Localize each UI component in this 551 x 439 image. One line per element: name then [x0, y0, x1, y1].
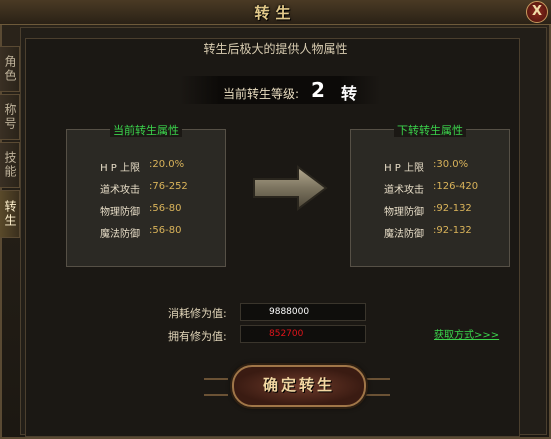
attr-name: 道术攻击 [100, 185, 140, 196]
attr-name: 物理防御 [100, 207, 140, 218]
attr-value: :20.0% [149, 159, 185, 170]
attr-row-taoist-attack: 道术攻击 :126-420 [351, 181, 511, 197]
tab-title[interactable]: 称号 [0, 94, 20, 140]
attr-row-hp: H P 上限 :20.0% [67, 159, 227, 175]
level-unit: 转 [341, 84, 358, 103]
attr-value: :30.0% [433, 159, 469, 170]
owned-value-field: 852700 [240, 325, 366, 343]
attr-row-magic-defense: 魔法防御 :92-132 [351, 225, 511, 241]
level-label: 当前转生等级: [223, 87, 300, 101]
current-attributes-box: 当前转生属性 H P 上限 :20.0% 道术攻击 :76-252 物理防御 :… [66, 124, 227, 267]
attr-name: H P 上限 [384, 163, 424, 174]
title-bar: 转生 X [0, 0, 551, 25]
next-attributes-box: 下转转生属性 H P 上限 :30.0% 道术攻击 :126-420 物理防御 … [350, 124, 511, 267]
cost-label: 消耗修为值: [168, 307, 227, 320]
owned-label: 拥有修为值: [168, 330, 227, 343]
attr-name: 道术攻击 [384, 185, 424, 196]
level-value: 2 [311, 78, 325, 102]
attr-value: :56-80 [149, 225, 182, 236]
confirm-rebirth-button[interactable]: 确定转生 [232, 365, 366, 407]
tab-rebirth[interactable]: 转生 [0, 190, 20, 238]
side-tabs: 角色 称号 技能 转生 [0, 46, 20, 240]
attr-row-physical-defense: 物理防御 :56-80 [67, 203, 227, 219]
attr-name: 魔法防御 [100, 229, 140, 240]
attr-name: 魔法防御 [384, 229, 424, 240]
attr-value: :56-80 [149, 203, 182, 214]
attr-value: :92-132 [433, 203, 472, 214]
subtitle: 转生后极大的提供人物属性 [203, 42, 348, 56]
attr-row-taoist-attack: 道术攻击 :76-252 [67, 181, 227, 197]
attr-value: :76-252 [149, 181, 188, 192]
attr-row-physical-defense: 物理防御 :92-132 [351, 203, 511, 219]
right-ornament [366, 378, 390, 396]
arrow-right-icon [253, 165, 328, 211]
close-button[interactable]: X [526, 1, 548, 23]
attr-name: 物理防御 [384, 207, 424, 218]
rebirth-level: 当前转生等级: 2 转 [180, 76, 380, 104]
current-box-title: 当前转生属性 [110, 124, 182, 137]
window-title: 转生 [254, 4, 297, 22]
tab-skills[interactable]: 技能 [0, 142, 20, 188]
left-ornament [204, 378, 228, 396]
attr-row-magic-defense: 魔法防御 :56-80 [67, 225, 227, 241]
next-box-title: 下转转生属性 [394, 124, 466, 137]
attr-name: H P 上限 [100, 163, 140, 174]
cost-value-field: 9888000 [240, 303, 366, 321]
attr-value: :126-420 [433, 181, 479, 192]
obtain-link[interactable]: 获取方式>>> [434, 326, 499, 341]
attr-row-hp: H P 上限 :30.0% [351, 159, 511, 175]
attr-value: :92-132 [433, 225, 472, 236]
